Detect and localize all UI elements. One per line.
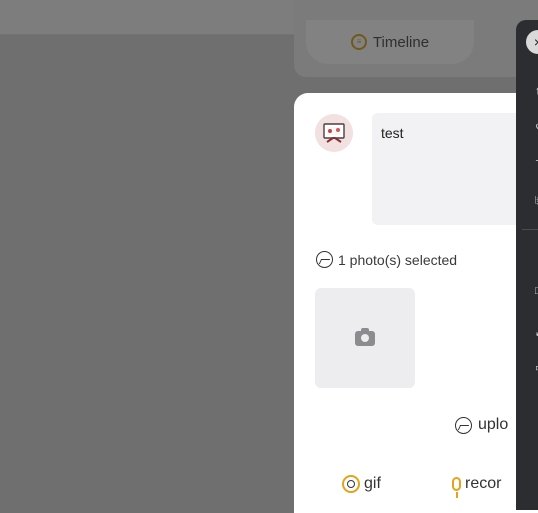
gif-button[interactable]: gif [342, 475, 381, 493]
image-icon [316, 251, 333, 268]
gif-label: gif [364, 475, 381, 492]
gif-icon [342, 475, 360, 493]
post-textarea[interactable]: test [372, 113, 538, 225]
avatar-image [315, 114, 353, 152]
microphone-icon [452, 477, 461, 498]
timeline-button[interactable]: ≡ Timeline [306, 20, 474, 64]
timeline-icon: ≡ [350, 34, 367, 50]
upload-button[interactable]: uplo [455, 416, 508, 434]
toolbar-divider [522, 229, 538, 230]
record-button[interactable]: recor [452, 475, 502, 498]
avatar[interactable] [315, 114, 353, 152]
timeline-label: Timeline [372, 33, 430, 51]
upload-image-icon [455, 416, 472, 434]
camera-icon [355, 327, 375, 346]
photo-status: 1 photo(s) selected [316, 251, 457, 268]
photo-status-text: 1 photo(s) selected [338, 251, 458, 268]
record-label: recor [465, 475, 502, 492]
upload-label: uplo [478, 416, 509, 433]
photo-thumbnail[interactable] [315, 288, 415, 388]
